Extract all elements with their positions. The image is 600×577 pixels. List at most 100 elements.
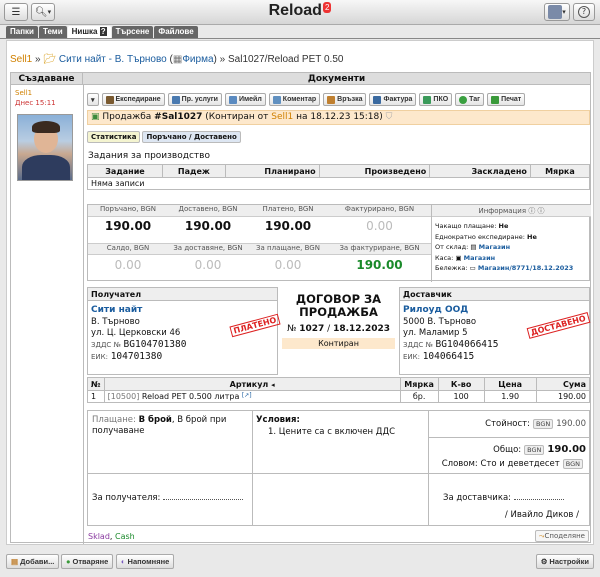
supplier-eik: 104066415 [422,351,475,362]
creator-avatar[interactable] [17,114,73,181]
item-code: [10500] [107,392,140,401]
cash-link[interactable]: Cash [115,532,135,541]
currency-badge: BGN [562,459,583,469]
column-header-documents: Документи [83,73,590,85]
print-button[interactable]: Печат [487,93,526,106]
number-label: № [286,324,297,334]
terms-section: Плащане: В брой, В брой при получаване У… [87,410,590,526]
info-key: Еднократно експедиране: [435,232,525,241]
invoiced-value: 0.00 [366,219,393,233]
open-button[interactable]: ● Отваряне [61,554,114,569]
invoice-button[interactable]: Фактура [369,93,417,106]
invoice-label: Фактура [383,96,413,103]
tag-icon [459,95,468,104]
info-row: Чакащо плащане: Не [435,221,588,232]
table-header-row: Задание Падеж Планирано Произведено Заск… [87,164,591,178]
info-icon[interactable]: ⓘ [538,207,545,215]
subtotal-row: Стойност: BGN 190.00 [485,419,586,429]
column-header: Задание [87,164,163,178]
open-icon: ● [66,557,71,566]
customer-header: Получател [88,288,277,301]
sklad-link[interactable]: Sklad [88,532,110,541]
tab-topics[interactable]: Теми [38,26,67,38]
dispatch-label: Експедиране [115,96,161,103]
add-icon: ▤ [11,557,19,566]
table-row: Няма записи [87,177,590,190]
share-button[interactable]: ⤳Споделяне [534,530,589,542]
reminder-button[interactable]: ◐ Напомняне [116,554,175,569]
receipt-link[interactable]: Магазин/8771/18.12.2023 [478,264,573,272]
services-button[interactable]: Пр. услуги [167,93,222,106]
collapse-button[interactable]: ▾ [87,93,99,106]
to-deliver-cell: За доставяне, BGN 0.00 [168,244,248,272]
total-words-row: Словом: Сто и деветдесет BGN [442,459,586,469]
tab-thread[interactable]: Нишка ? [67,26,111,38]
print-label: Печат [501,96,522,103]
paid-cell: Платено, BGN 190.00 [248,205,328,233]
table-header-row: № Артикул ◂ Мярка К-во Цена Сума [87,377,591,391]
breadcrumb-company[interactable]: Сити найт - В. Търново [59,54,167,65]
column-header-creator: Създаване [11,73,83,85]
warehouse-link[interactable]: Магазин [479,243,510,251]
sort-icon[interactable]: ◂ [271,381,275,389]
page-content: Sell1 » 📂︎ Сити найт - В. Търново (▦Фирм… [6,40,594,545]
empty-message: Няма записи [87,177,590,190]
breadcrumb-company-type[interactable]: Фирма [182,54,213,65]
creator-name[interactable]: Sell1 [15,89,32,97]
customer-block: Получател Сити найт В. Търново ул. Ц. Це… [87,287,281,375]
info-key: Бележка: [435,264,468,272]
cash-receipt-button[interactable]: ПКО [419,93,453,106]
settings-button[interactable]: ⚙ Настройки [535,554,594,569]
company-icon: ▦ [172,54,183,65]
cashbox-link[interactable]: Магазин [464,254,495,262]
email-icon [228,95,237,104]
to-invoice-value: 190.00 [356,258,403,272]
cash-receipt-label: ПКО [433,96,449,103]
sale-author[interactable]: Sell1 [271,112,293,122]
item-price: 1.90 [483,390,537,403]
supplier-name[interactable]: Рилоуд ООД [403,305,589,315]
help-button[interactable]: ? [573,3,595,21]
chevron-down-icon: ▾ [91,96,95,104]
tab-folders[interactable]: Папки [6,26,38,38]
add-label: Добави... [20,557,55,566]
breadcrumb-root[interactable]: Sell1 [10,54,32,65]
ordered-cell: Поръчано, BGN 190.00 [88,205,168,233]
dispatch-button[interactable]: Експедиране [101,93,165,106]
tab-ordered-delivered[interactable]: Поръчано / Доставено [142,131,241,143]
receipt-icon: ▭ [469,264,476,272]
user-avatar-button[interactable]: ▾ [544,3,570,21]
info-icon[interactable]: ⓘ [528,207,535,215]
sale-icon: ▣ [91,112,100,122]
column-header: Падеж [161,164,226,178]
sale-subtabs: Статистика Поръчано / Доставено [87,131,241,143]
tab-statistics[interactable]: Статистика [87,131,141,143]
item-name[interactable]: Reload PET 0.500 литра [142,392,239,401]
column-header: Заскладено [429,164,531,178]
item-number: 1 [87,390,105,403]
to-invoice-cell: За фактуриране, BGN 190.00 [328,244,431,272]
notification-badge[interactable]: 2 [322,2,332,13]
app-title: Reload 2 [0,2,600,20]
item-article: [10500] Reload PET 0.500 литра [↗] [103,390,401,403]
comment-button[interactable]: Коментар [268,93,321,106]
supplier-signature: За доставчика: [443,493,564,503]
avatar-hair-shape [32,121,60,133]
services-label: Пр. услуги [181,96,218,103]
external-link-icon[interactable]: [↗] [242,392,252,399]
breadcrumb-paren: ) [213,54,217,65]
contract-status: Контиран [282,338,395,349]
customer-eik-row: ЕИК: 104701380 [91,351,277,363]
email-button[interactable]: Имейл [224,93,266,106]
tag-button[interactable]: Таг [455,93,485,106]
add-button[interactable]: ▤ Добави... [6,554,60,569]
column-header: Цена [483,377,537,391]
total-value: 190.00 [547,444,586,455]
column-header: Сума [535,377,591,391]
customer-name[interactable]: Сити найт [91,305,277,315]
help-icon: ? [578,6,590,18]
tab-files[interactable]: Файлове [154,26,198,38]
link-button[interactable]: Връзка [323,93,367,106]
tab-search[interactable]: Търсене [111,26,154,38]
sale-status: (Контиран от [205,112,269,122]
